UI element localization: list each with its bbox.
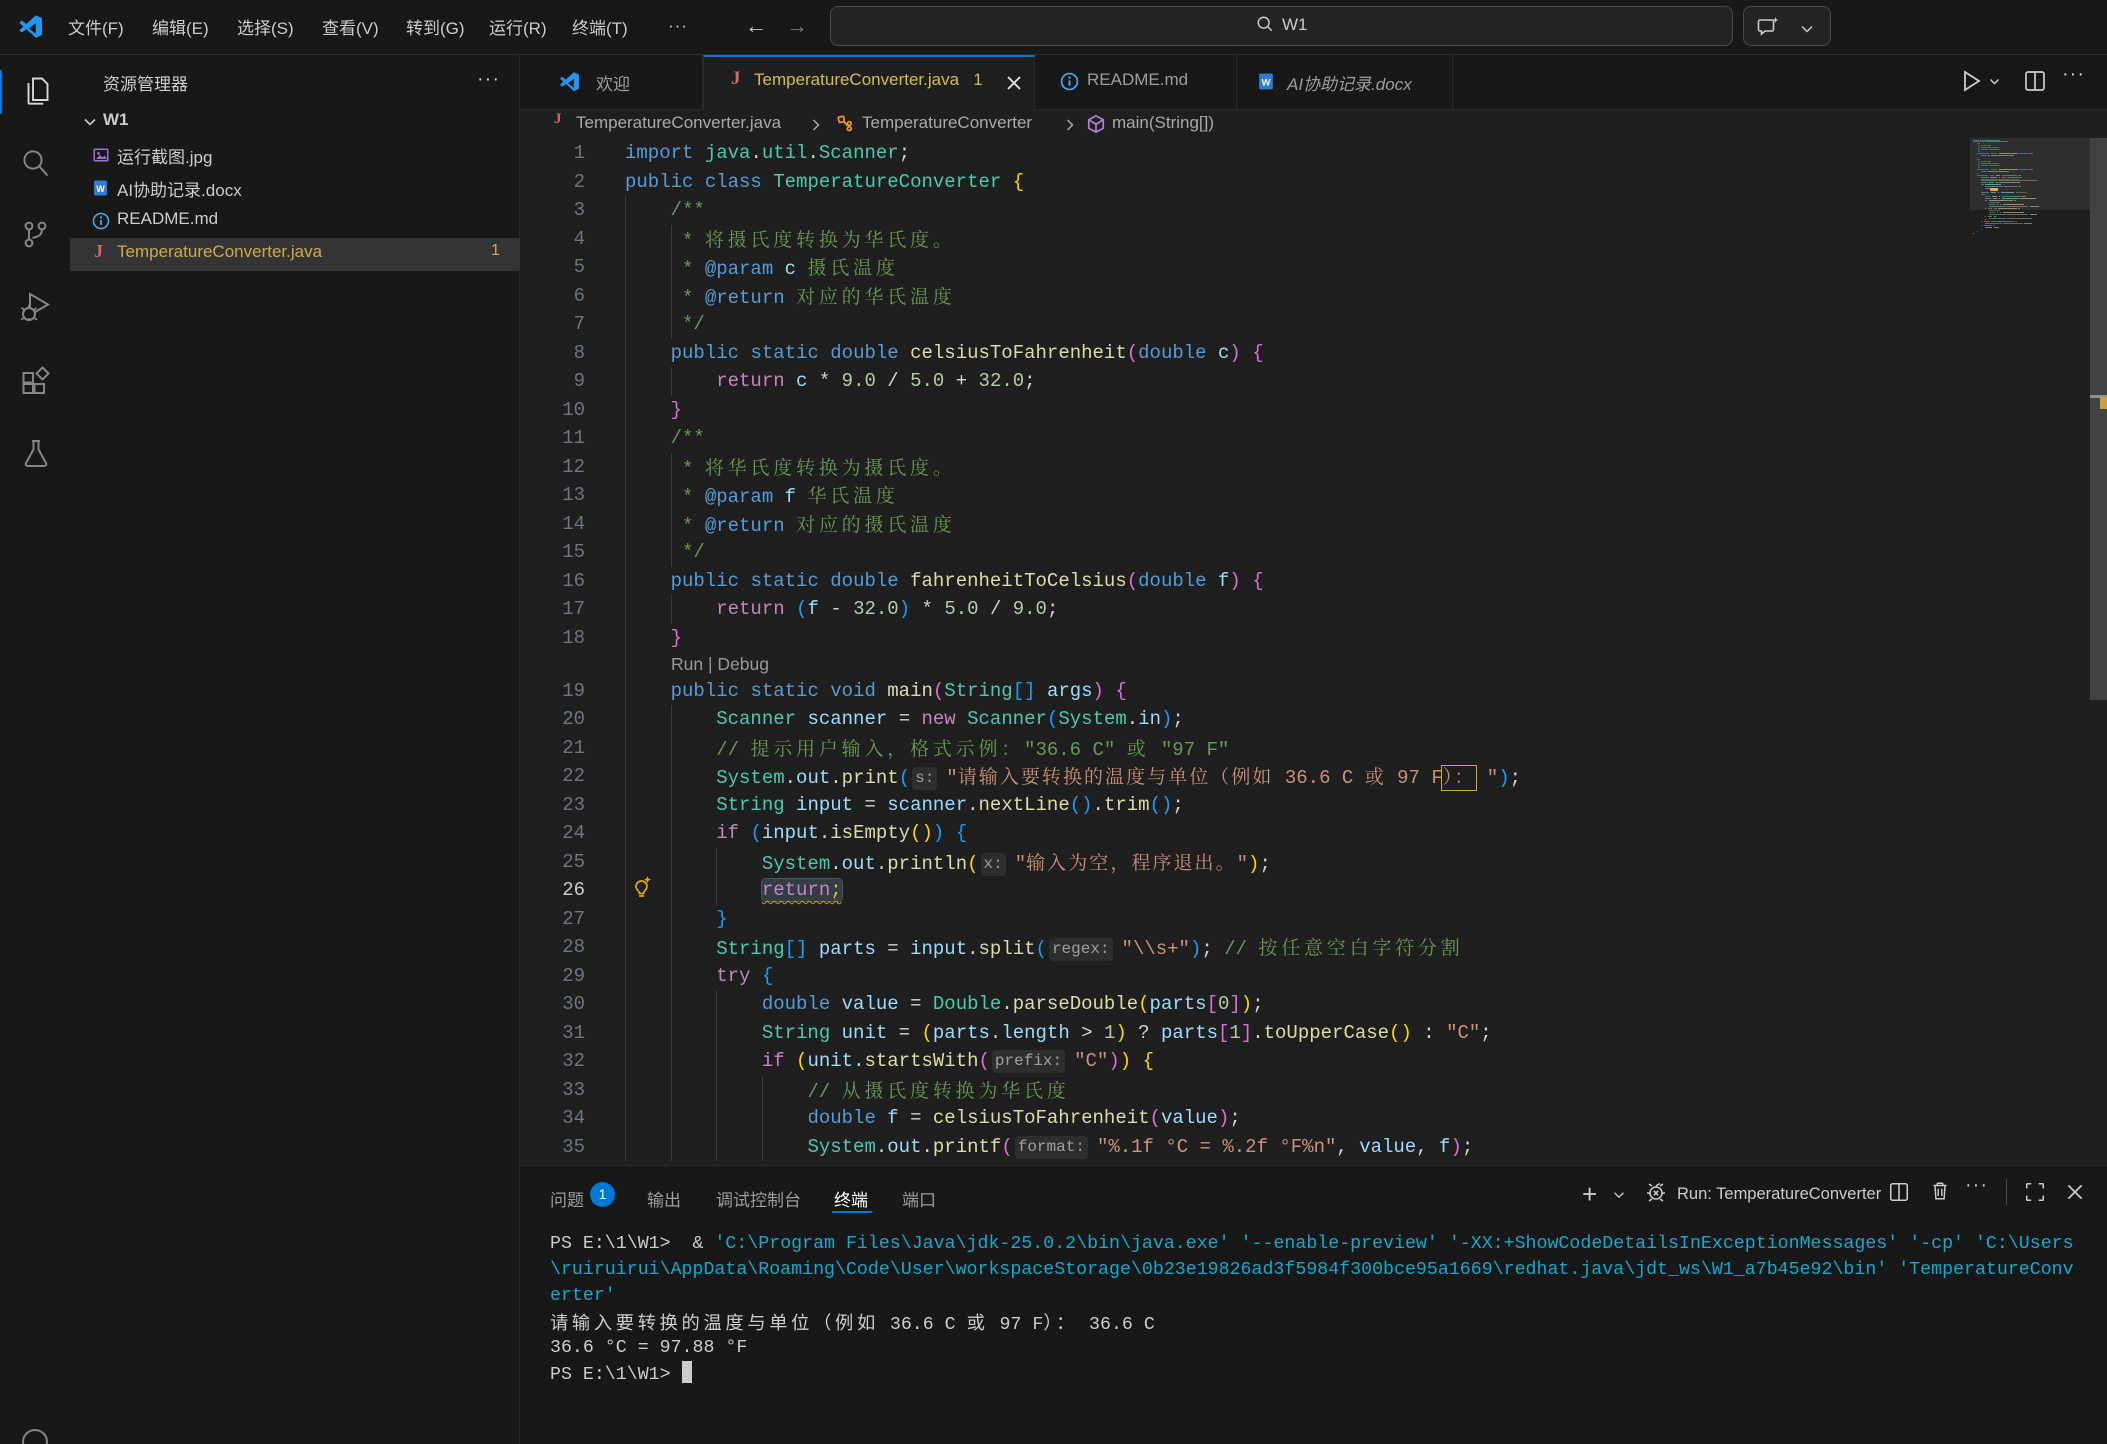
svg-text:W: W [96,184,105,194]
